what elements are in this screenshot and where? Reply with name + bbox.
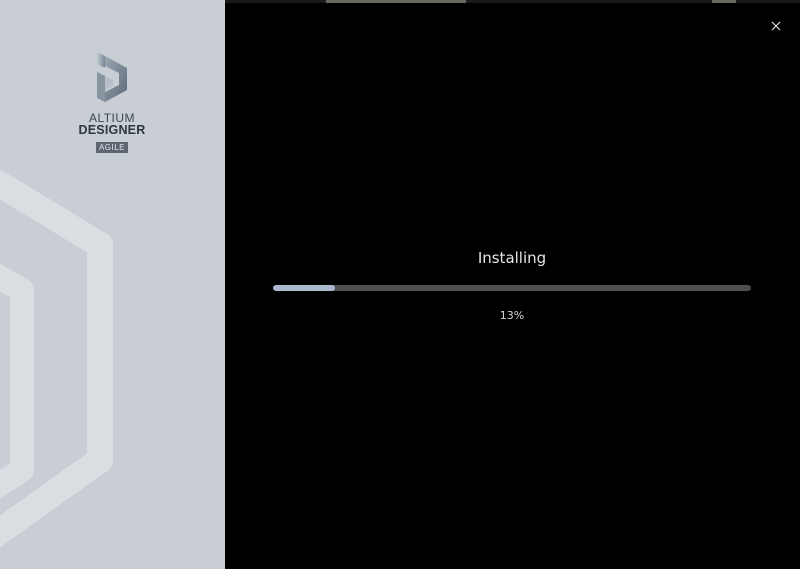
brand-panel: ALTIUM DESIGNER AGILE	[0, 0, 225, 569]
install-progress-bar	[273, 285, 751, 291]
install-progress-fill	[273, 285, 336, 291]
install-progress-percent: 13%	[499, 309, 525, 322]
logo-text-designer: DESIGNER	[78, 123, 146, 137]
logo-badge-agile: AGILE	[95, 142, 129, 153]
altium-designer-logo: ALTIUM DESIGNER AGILE	[72, 48, 152, 155]
altium-logo-icon	[97, 52, 127, 102]
close-button[interactable]	[764, 14, 788, 38]
close-icon	[771, 21, 781, 31]
installer-window: ALTIUM DESIGNER AGILE Installing 13%	[0, 0, 800, 569]
install-status-title: Installing	[477, 249, 547, 267]
background-window-edge	[126, 0, 800, 3]
